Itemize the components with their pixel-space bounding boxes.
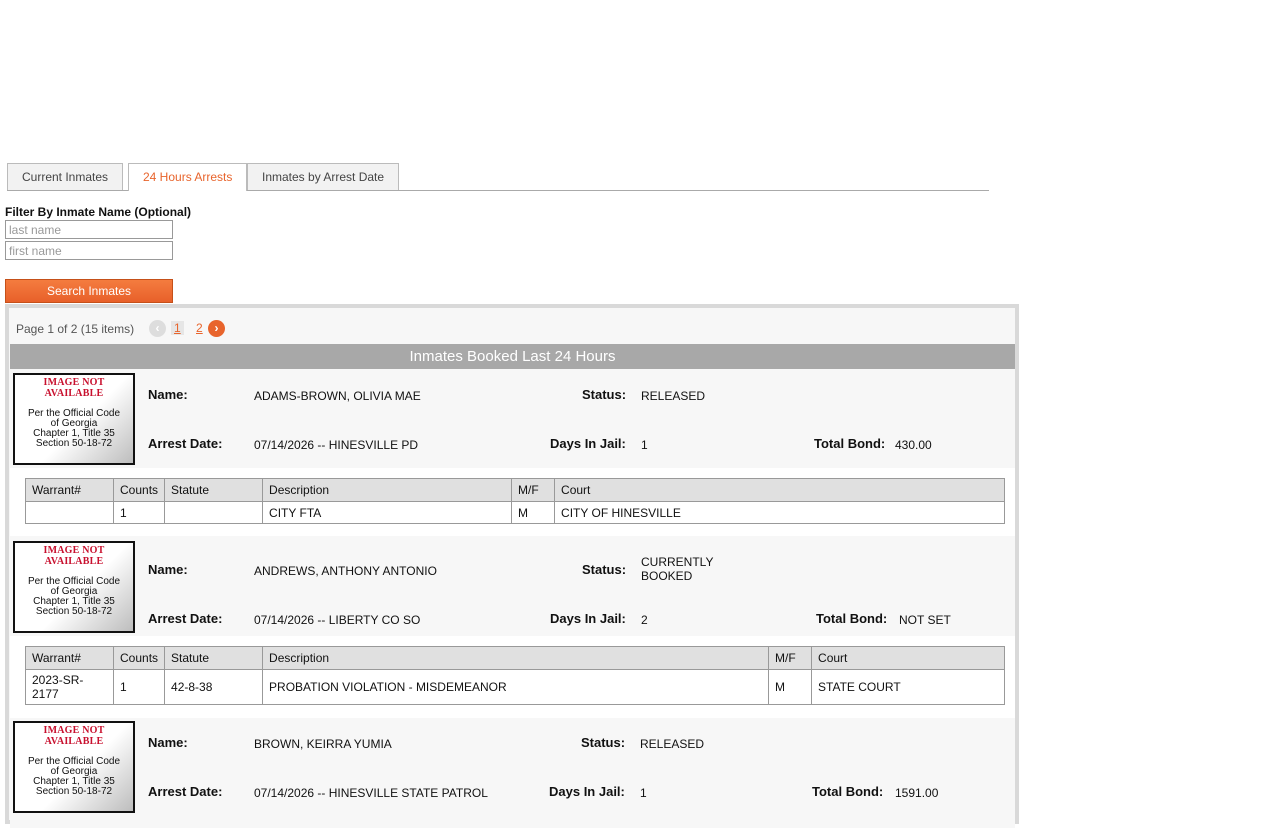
page-link-2[interactable]: 2 — [193, 321, 206, 335]
col-warrant: Warrant# — [25, 646, 114, 670]
mugshot-text: Per the Official Code of Georgia Chapter… — [15, 409, 133, 449]
inmate-status: RELEASED — [641, 389, 706, 403]
col-court: Court — [811, 646, 1005, 670]
mugshot-placeholder: IMAGE NOT AVAILABLE Per the Official Cod… — [13, 541, 135, 633]
days-in-jail: 2 — [641, 613, 648, 627]
name-label: Name: — [148, 562, 188, 577]
mugshot-line: Section 50-18-72 — [35, 438, 113, 449]
page-link-1[interactable]: 1 — [171, 321, 184, 335]
arrest-date: 07/14/2026 -- LIBERTY CO SO — [254, 613, 421, 627]
prev-page-icon[interactable]: ‹ — [149, 320, 166, 337]
col-court: Court — [554, 478, 1005, 502]
col-counts: Counts — [112, 478, 166, 502]
mugshot-placeholder: IMAGE NOT AVAILABLE Per the Official Cod… — [13, 721, 135, 813]
tab-bar: Current Inmates 24 Hours Arrests Inmates… — [7, 163, 989, 191]
col-warrant: Warrant# — [25, 478, 114, 502]
mugshot-notice: IMAGE NOT AVAILABLE — [43, 545, 105, 567]
arrest-date-label: Arrest Date: — [148, 436, 223, 451]
warrant-header-row: Warrant# Counts Statute Description M/F … — [25, 478, 1005, 502]
cell-warrant: 2023-SR-2177 — [25, 669, 114, 705]
cell-counts: 1 — [112, 501, 166, 524]
col-mf: M/F — [511, 478, 556, 502]
total-bond: NOT SET — [899, 613, 951, 627]
cell-court: STATE COURT — [811, 669, 1005, 705]
tab-24-hours-arrests[interactable]: 24 Hours Arrests — [128, 163, 248, 191]
name-label: Name: — [148, 735, 188, 750]
total-bond: 430.00 — [895, 438, 932, 452]
col-statute: Statute — [164, 646, 264, 670]
table-row: 2023-SR-2177 1 42-8-38 PROBATION VIOLATI… — [25, 669, 1005, 705]
cell-counts: 1 — [112, 669, 166, 705]
col-statute: Statute — [164, 478, 264, 502]
status-label: Status: — [582, 562, 627, 577]
inmate-status: CURRENTLY BOOKED — [641, 555, 714, 583]
mugshot-notice: IMAGE NOT AVAILABLE — [43, 377, 105, 399]
warrant-table: Warrant# Counts Statute Description M/F … — [25, 646, 1005, 705]
cell-statute: 42-8-38 — [164, 669, 264, 705]
inmate-name: ADAMS-BROWN, OLIVIA MAE — [254, 389, 421, 403]
warrant-header-row: Warrant# Counts Statute Description M/F … — [25, 646, 1005, 670]
mugshot-line: Section 50-18-72 — [35, 786, 113, 797]
inmate-status: RELEASED — [640, 737, 705, 751]
total-bond-label: Total Bond: — [816, 611, 888, 626]
warrant-table: Warrant# Counts Statute Description M/F … — [25, 478, 1005, 524]
tab-inmates-by-arrest-date[interactable]: Inmates by Arrest Date — [247, 163, 400, 190]
arrest-date: 07/14/2026 -- HINESVILLE PD — [254, 438, 419, 452]
section-title: Inmates Booked Last 24 Hours — [10, 344, 1015, 369]
mugshot-text: Per the Official Code of Georgia Chapter… — [15, 757, 133, 797]
mugshot-text: Per the Official Code of Georgia Chapter… — [15, 577, 133, 617]
col-mf: M/F — [768, 646, 813, 670]
days-in-jail: 1 — [641, 438, 648, 452]
mugshot-placeholder: IMAGE NOT AVAILABLE Per the Official Cod… — [13, 373, 135, 465]
warrant-area: Warrant# Counts Statute Description M/F … — [10, 468, 1015, 536]
cell-description: PROBATION VIOLATION - MISDEMEANOR — [262, 669, 770, 705]
mugshot-line: Section 50-18-72 — [35, 606, 113, 617]
last-name-input[interactable] — [5, 220, 173, 239]
arrest-date-label: Arrest Date: — [148, 784, 223, 799]
inmate-header: IMAGE NOT AVAILABLE Per the Official Cod… — [10, 370, 1015, 468]
tab-current-inmates[interactable]: Current Inmates — [7, 163, 124, 190]
first-name-input[interactable] — [5, 241, 173, 260]
inmate-name: ANDREWS, ANTHONY ANTONIO — [254, 564, 437, 578]
col-description: Description — [262, 646, 770, 670]
results-panel: Page 1 of 2 (15 items) ‹ 1 2 › Inmates B… — [5, 304, 1019, 828]
status-label: Status: — [581, 735, 626, 750]
next-page-icon[interactable]: › — [208, 320, 225, 337]
cell-description: CITY FTA — [262, 501, 513, 524]
name-label: Name: — [148, 387, 188, 402]
total-bond-label: Total Bond: — [812, 784, 884, 799]
col-description: Description — [262, 478, 513, 502]
cell-statute — [164, 501, 264, 524]
days-in-jail-label: Days In Jail: — [550, 436, 626, 451]
days-in-jail: 1 — [640, 786, 647, 800]
filter-label: Filter By Inmate Name (Optional) — [5, 205, 192, 219]
status-label: Status: — [582, 387, 627, 402]
total-bond-label: Total Bond: — [814, 436, 886, 451]
cell-mf: M — [511, 501, 556, 524]
pager-summary: Page 1 of 2 (15 items) — [16, 322, 135, 336]
table-row: 1 CITY FTA M CITY OF HINESVILLE — [25, 501, 1005, 524]
cell-court: CITY OF HINESVILLE — [554, 501, 1005, 524]
arrest-date: 07/14/2026 -- HINESVILLE STATE PATROL — [254, 786, 488, 800]
search-inmates-button[interactable]: Search Inmates — [5, 279, 173, 303]
inmate-name: BROWN, KEIRRA YUMIA — [254, 737, 392, 751]
warrant-area: Warrant# Counts Statute Description M/F … — [10, 636, 1015, 718]
inmate-header: IMAGE NOT AVAILABLE Per the Official Cod… — [10, 538, 1015, 636]
inmate-header: IMAGE NOT AVAILABLE Per the Official Cod… — [10, 718, 1015, 828]
mugshot-notice: IMAGE NOT AVAILABLE — [43, 725, 105, 747]
total-bond: 1591.00 — [895, 786, 939, 800]
cell-warrant — [25, 501, 114, 524]
days-in-jail-label: Days In Jail: — [550, 611, 626, 626]
days-in-jail-label: Days In Jail: — [549, 784, 625, 799]
arrest-date-label: Arrest Date: — [148, 611, 223, 626]
cell-mf: M — [768, 669, 813, 705]
col-counts: Counts — [112, 646, 166, 670]
